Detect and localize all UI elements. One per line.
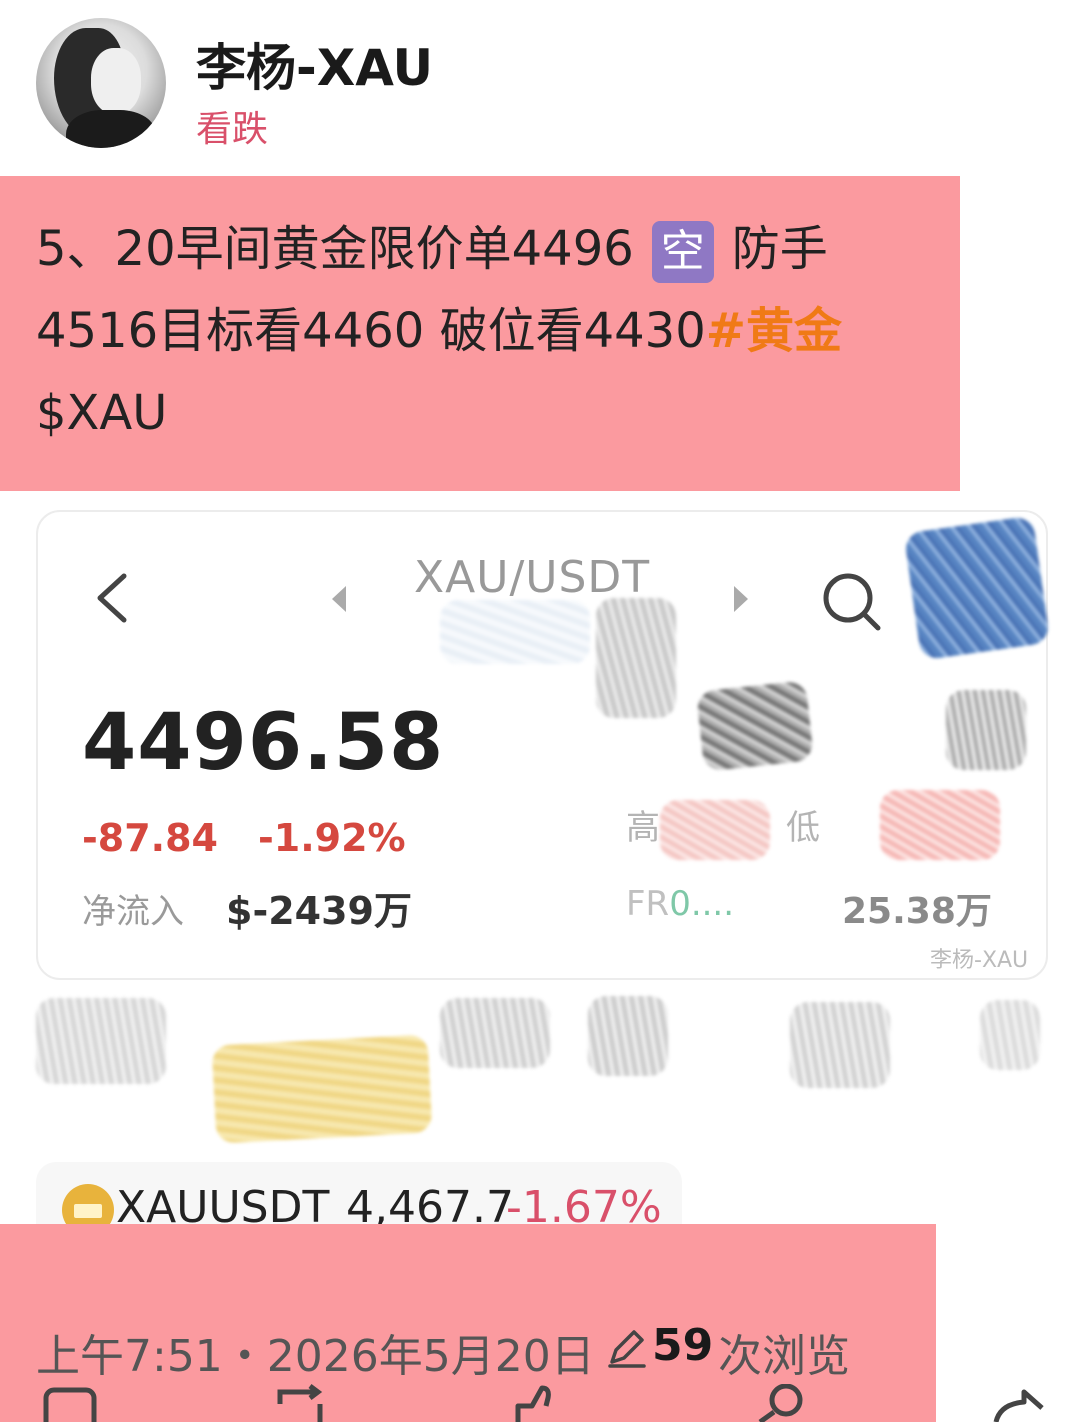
pen-icon [608, 1330, 646, 1368]
high-label: 高 [626, 808, 660, 848]
cashtag-link[interactable]: $XAU [36, 385, 167, 441]
post-timestamp: 上午7:51・2026年5月20日 [36, 1331, 595, 1382]
redaction-scribble [790, 1002, 890, 1088]
repost-icon[interactable] [270, 1384, 330, 1422]
back-arrow-icon [97, 573, 127, 623]
short-badge: 空 [651, 221, 714, 283]
redaction-scribble [36, 998, 166, 1084]
redaction-scribble [946, 690, 1026, 770]
redaction-scribble [440, 998, 550, 1068]
avatar-robe [66, 110, 156, 148]
prev-pair-icon [332, 586, 346, 612]
volume-value: 25.38万 [842, 891, 992, 932]
last-price: 4496.58 [82, 698, 445, 788]
post-line1-suffix: 防手 [731, 221, 828, 277]
redaction-scribble [211, 1034, 433, 1144]
redaction-scribble [660, 800, 770, 860]
post-line1-prefix: 5、20早间黄金限价单4496 [36, 221, 634, 277]
like-icon[interactable] [510, 1384, 570, 1422]
low-label: 低 [786, 808, 820, 848]
view-count: 59 [652, 1320, 714, 1371]
author-name[interactable]: 李杨-XAU [196, 28, 433, 100]
pair-title: XAU/USDT [414, 552, 651, 603]
watermark: 李杨-XAU [930, 948, 1029, 973]
redaction-scribble [696, 680, 814, 772]
netflow-value: $-2439万 [226, 889, 412, 933]
funding-rate-label: FR [626, 884, 670, 924]
search-icon [823, 573, 881, 631]
comment-icon[interactable] [40, 1384, 100, 1422]
sentiment-tag: 看跌 [196, 109, 269, 150]
tip-icon[interactable] [750, 1384, 810, 1422]
redaction-scribble [980, 1000, 1040, 1070]
price-change-percent: -1.92% [258, 816, 406, 860]
redaction-scribble [596, 598, 676, 718]
funding-rate: FR0.... [626, 884, 734, 924]
funding-rate-value: 0.... [669, 884, 735, 924]
redaction-scribble [880, 790, 1000, 860]
avatar-face [91, 48, 141, 114]
price-change: -87.84 [82, 816, 218, 860]
view-count-label: 次浏览 [718, 1331, 850, 1382]
next-pair-icon [734, 586, 748, 612]
redaction-scribble [588, 996, 668, 1076]
author-avatar[interactable] [36, 18, 166, 148]
redaction-scribble [440, 600, 590, 664]
post-body: 5、20早间黄金限价单4496 空防手 4516目标看4460 破位看4430#黄… [36, 208, 966, 454]
hashtag-link[interactable]: #黄金 [706, 303, 842, 359]
share-icon[interactable] [990, 1384, 1050, 1422]
post-line2: 4516目标看4460 破位看4430 [36, 303, 706, 359]
redaction-scribble [903, 515, 1051, 661]
netflow-label: 净流入 [82, 892, 184, 932]
